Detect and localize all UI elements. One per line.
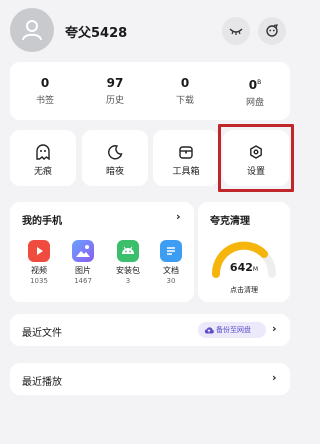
phone-item-documents[interactable]: 文档 30 bbox=[152, 240, 190, 285]
item-name: 图片 bbox=[75, 266, 91, 275]
stat-bookmarks[interactable]: 0 书签 bbox=[15, 76, 75, 106]
item-name: 文档 bbox=[163, 266, 179, 275]
profile-header: 夸父5428 bbox=[0, 0, 300, 60]
backup-to-cloud-button[interactable]: 备份至网盘 bbox=[198, 322, 266, 338]
recent-playback-row[interactable]: 最近播放 › bbox=[10, 363, 290, 395]
stat-downloads[interactable]: 0 下载 bbox=[155, 76, 215, 106]
ghost-icon bbox=[36, 144, 50, 160]
stat-label: 书签 bbox=[35, 96, 54, 106]
card-title: 夸克清理 bbox=[210, 216, 250, 227]
stat-unit: B bbox=[257, 79, 262, 86]
toolbox-tile[interactable]: 工具箱 bbox=[153, 130, 219, 186]
item-count: 30 bbox=[166, 277, 176, 285]
chevron-right-icon: › bbox=[272, 371, 277, 384]
incognito-eye-button[interactable] bbox=[222, 17, 250, 45]
chevron-right-icon: › bbox=[272, 322, 277, 335]
quark-cleanup-card[interactable]: 夸克清理 642M 点击清理 bbox=[198, 202, 290, 302]
tile-label: 工具箱 bbox=[172, 167, 200, 177]
username[interactable]: 夸父5428 bbox=[65, 22, 127, 41]
android-icon bbox=[117, 240, 139, 262]
phone-item-apk[interactable]: 安装包 3 bbox=[109, 240, 147, 285]
person-icon bbox=[22, 20, 42, 41]
closed-eye-icon bbox=[229, 28, 243, 35]
moon-icon bbox=[108, 145, 123, 160]
tile-label: 暗夜 bbox=[105, 167, 124, 177]
tile-label: 无痕 bbox=[33, 167, 52, 177]
cleanup-size: 642M bbox=[229, 261, 259, 274]
item-count: 3 bbox=[125, 277, 131, 285]
item-count: 1467 bbox=[74, 277, 92, 285]
stat-label: 历史 bbox=[105, 96, 124, 106]
document-icon bbox=[160, 240, 182, 262]
theme-face-icon bbox=[266, 24, 278, 37]
skin-theme-button[interactable] bbox=[258, 17, 286, 45]
backup-label: 备份至网盘 bbox=[216, 326, 251, 334]
toolbox-icon bbox=[179, 146, 193, 159]
stat-history[interactable]: 97 历史 bbox=[85, 76, 145, 106]
chevron-right-icon: › bbox=[176, 210, 181, 223]
cleanup-unit: M bbox=[252, 266, 259, 273]
incognito-tile[interactable]: 无痕 bbox=[10, 130, 76, 186]
item-count: 1035 bbox=[30, 277, 48, 285]
video-icon bbox=[28, 240, 50, 262]
stat-value: 97 bbox=[106, 76, 124, 90]
stats-card: 0 书签 97 历史 0 下载 0B 网盘 bbox=[10, 62, 290, 120]
my-phone-card[interactable]: 我的手机 › 视频 1035 图片 1467 安装包 3 文档 30 bbox=[10, 202, 194, 302]
stat-label: 下载 bbox=[175, 96, 194, 106]
stat-value: 0 bbox=[180, 76, 190, 90]
item-name: 安装包 bbox=[116, 266, 140, 275]
row-label: 最近文件 bbox=[22, 328, 62, 339]
stat-label: 网盘 bbox=[245, 98, 264, 108]
row-label: 最近播放 bbox=[22, 377, 62, 388]
stat-cloud-drive[interactable]: 0B 网盘 bbox=[225, 76, 285, 108]
cloud-upload-icon bbox=[204, 327, 214, 334]
stat-value: 0B bbox=[248, 78, 262, 92]
recent-files-row[interactable]: 最近文件 备份至网盘 › bbox=[10, 314, 290, 346]
phone-item-images[interactable]: 图片 1467 bbox=[64, 240, 102, 285]
stat-value: 0 bbox=[40, 76, 50, 90]
item-name: 视频 bbox=[31, 266, 47, 275]
night-mode-tile[interactable]: 暗夜 bbox=[82, 130, 148, 186]
clean-now-button[interactable]: 点击清理 bbox=[198, 286, 290, 294]
phone-item-video[interactable]: 视频 1035 bbox=[20, 240, 58, 285]
card-title: 我的手机 bbox=[22, 216, 62, 227]
avatar[interactable] bbox=[10, 8, 54, 52]
image-icon bbox=[72, 240, 94, 262]
settings-highlight-box bbox=[218, 124, 294, 192]
